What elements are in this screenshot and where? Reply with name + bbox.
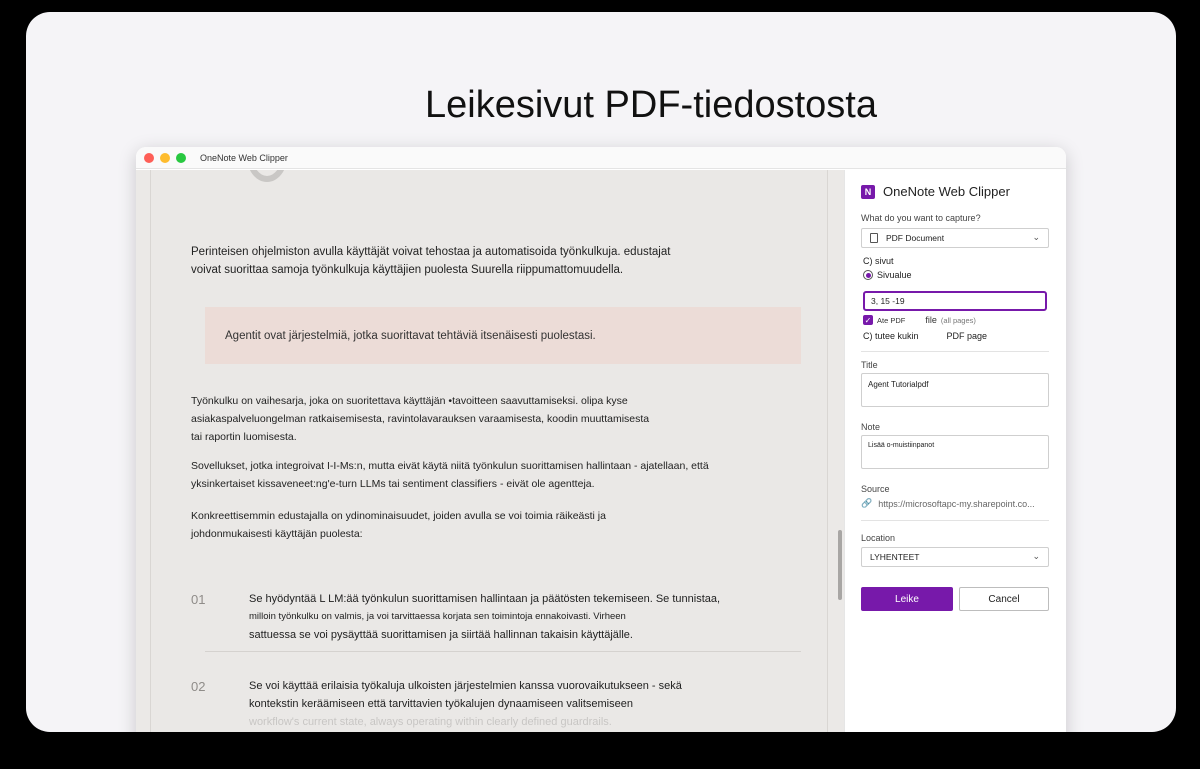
window-title: OneNote Web Clipper xyxy=(200,152,288,163)
option-each-page-suffix: PDF page xyxy=(946,331,988,341)
clipper-brand-label: OneNote Web Clipper xyxy=(883,184,1010,199)
minimize-window-button[interactable] xyxy=(160,152,170,163)
chevron-down-icon: ⌄ xyxy=(1032,232,1040,242)
promo-card: Leikesivut PDF-tiedostosta OneNote Web C… xyxy=(26,12,1176,732)
document-pane[interactable]: Perinteisen ohjelmiston avulla käyttäjät… xyxy=(136,170,844,732)
title-label: Title xyxy=(861,360,878,370)
list-item: Se voi käyttää erilaisia työkaluja ulkoi… xyxy=(249,680,682,728)
attach-pdf-label: Ate PDF xyxy=(877,315,906,325)
cancel-button[interactable]: Cancel xyxy=(959,587,1049,611)
section-divider xyxy=(861,351,1049,352)
link-icon: 🔗 xyxy=(861,498,873,508)
option-page-range-label: Sivualue xyxy=(877,270,912,280)
radio-selected-icon[interactable] xyxy=(863,270,873,280)
page-decoration xyxy=(247,170,287,182)
location-select[interactable]: LYHENTEET ⌄ xyxy=(861,547,1049,567)
chevron-down-icon: ⌄ xyxy=(1032,551,1040,561)
option-each-page-label: C) tutee kukin xyxy=(863,331,919,341)
option-pages[interactable]: C) sivut xyxy=(863,256,894,266)
list-divider xyxy=(205,651,801,652)
close-window-button[interactable] xyxy=(144,152,154,163)
attach-pdf-option[interactable]: ✓ Ate PDF file (all pages) xyxy=(863,315,976,325)
paragraph-3: Sovellukset, jotka integroivat I-I-Ms:n,… xyxy=(191,460,709,490)
section-divider xyxy=(861,520,1049,521)
clipper-panel: N OneNote Web Clipper What do you want t… xyxy=(844,170,1066,732)
document-page: Perinteisen ohjelmiston avulla käyttäjät… xyxy=(150,170,828,732)
clipper-brand: N OneNote Web Clipper xyxy=(861,184,1010,199)
pdf-document-icon xyxy=(870,233,878,243)
callout-box: Agentit ovat järjestelmiä, jotka suoritt… xyxy=(205,307,801,364)
note-input[interactable]: Lisää o-muistiinpanot xyxy=(861,435,1049,469)
capture-select-value: PDF Document xyxy=(886,233,945,243)
capture-select[interactable]: PDF Document ⌄ xyxy=(861,228,1049,248)
headline: Leikesivut PDF-tiedostosta xyxy=(425,84,877,126)
paragraph-2: Työnkulku on vaihesarja, joka on suorite… xyxy=(191,395,650,443)
title-input[interactable]: Agent Tutorialpdf xyxy=(861,373,1049,407)
paragraph-1: Perinteisen ohjelmiston avulla käyttäjät… xyxy=(191,246,671,276)
onenote-icon: N xyxy=(861,184,875,199)
clip-button[interactable]: Leike xyxy=(861,587,953,611)
source-url: https://microsoftapc-my.sharepoint.co... xyxy=(878,498,1035,509)
title-bar: OneNote Web Clipper xyxy=(136,147,1066,169)
paragraph-4: Konkreettisemmin edustajalla on ydinomin… xyxy=(191,510,606,540)
option-page-range[interactable]: Sivualue xyxy=(863,270,912,280)
location-label: Location xyxy=(861,533,896,543)
list-item-number: 02 xyxy=(191,679,206,694)
list-item: Se hyödyntää L LM:ää työnkulun suorittam… xyxy=(249,593,721,641)
checkbox-checked-icon[interactable]: ✓ xyxy=(863,315,873,325)
attach-pdf-file: file xyxy=(925,315,937,325)
source-label: Source xyxy=(861,484,890,494)
app-window: OneNote Web Clipper Perinteisen ohjelmis… xyxy=(136,147,1066,732)
attach-pdf-note: (all pages) xyxy=(940,315,976,325)
location-select-value: LYHENTEET xyxy=(870,552,920,562)
option-pages-label: C) sivut xyxy=(863,256,894,266)
source-row: 🔗 https://microsoftapc-my.sharepoint.co.… xyxy=(861,498,1035,509)
maximize-window-button[interactable] xyxy=(176,152,186,163)
option-each-page[interactable]: C) tutee kukin PDF page xyxy=(863,331,987,341)
note-label: Note xyxy=(861,422,881,432)
capture-label: What do you want to capture? xyxy=(861,213,981,223)
document-scrollbar[interactable] xyxy=(838,530,842,600)
list-item-number: 01 xyxy=(191,592,206,607)
page-range-input[interactable]: 3, 15 -19 xyxy=(863,291,1047,311)
